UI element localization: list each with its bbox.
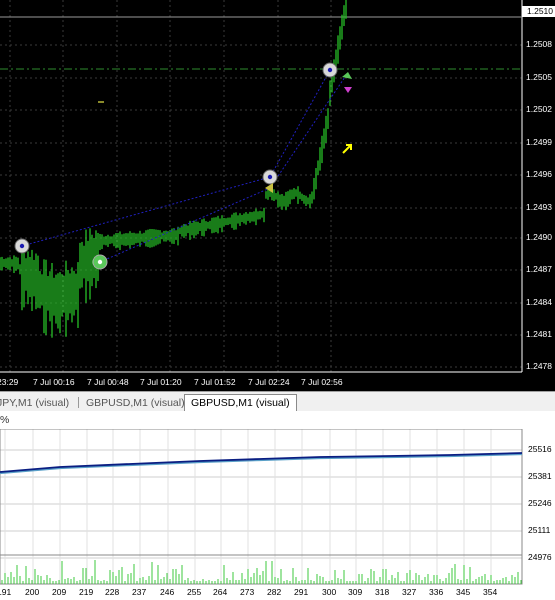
time-axis-label: 7 Jul 01:52 [194, 377, 236, 387]
graph-x-label: 200 [25, 587, 40, 597]
graph-x-label: 209 [52, 587, 67, 597]
time-axis-label: 7 Jul 02:56 [301, 377, 343, 387]
graph-x-label: 191 [0, 587, 12, 597]
graph-x-label: 228 [105, 587, 120, 597]
graph-x-label: 219 [79, 587, 94, 597]
trade-entry-dot [19, 243, 25, 249]
up-arrow-icon [342, 144, 352, 154]
graph-x-label: 282 [267, 587, 282, 597]
graph-x-label: 309 [348, 587, 363, 597]
tab-jpy-m1[interactable]: JPY,M1 (visual) [0, 395, 69, 411]
graph-x-label: 291 [294, 587, 309, 597]
test-progress-row: % [0, 411, 555, 430]
price-chart[interactable]: 1.2510 1.2508 1.2505 1.2502 1.2499 1.2496 1.2… [0, 0, 555, 391]
graph-x-label: 264 [213, 587, 228, 597]
balance-graph[interactable]: 25516 25381 25246 25111 24976 191 200 209 219 22… [0, 429, 555, 600]
graph-x-label: 237 [132, 587, 147, 597]
graph-x-label: 273 [240, 587, 255, 597]
close-arrow-icon [342, 72, 352, 79]
price-axis-label: 1.2493 [526, 202, 552, 212]
graph-y-label: 25111 [528, 525, 551, 535]
price-axis-label: 1.2496 [526, 169, 552, 179]
current-price-label: 1.2510 [522, 6, 555, 17]
graph-x-label: 336 [429, 587, 444, 597]
price-axis-label: 1.2502 [526, 104, 552, 114]
graph-frame [0, 429, 523, 585]
chart-tab-bar: JPY,M1 (visual) GBPUSD,M1 (visual) GBPUS… [0, 391, 555, 412]
graph-y-label: 24976 [528, 552, 552, 562]
time-axis-label: 7 Jul 01:20 [140, 377, 182, 387]
time-axis-label: 7 Jul 02:24 [248, 377, 290, 387]
graph-x-label: 318 [375, 587, 390, 597]
graph-x-label: 345 [456, 587, 471, 597]
time-axis-label: 7 Jul 00:48 [87, 377, 129, 387]
balance-graph-canvas [0, 429, 523, 585]
graph-x-label: 255 [187, 587, 202, 597]
graph-y-label: 25246 [528, 498, 552, 508]
graph-x-label: 354 [483, 587, 498, 597]
progress-text: % [0, 414, 10, 426]
graph-x-label: 300 [322, 587, 337, 597]
price-axis-label: 1.2499 [526, 137, 552, 147]
trade-line [99, 76, 346, 263]
graph-y-label: 25516 [528, 444, 552, 454]
trade-entry-dot [327, 67, 333, 73]
tab-divider [78, 397, 79, 408]
graph-y-label: 25381 [528, 471, 552, 481]
graph-x-label: 246 [160, 587, 175, 597]
price-axis-label: 1.2505 [526, 72, 552, 82]
sell-arrow-icon [344, 87, 352, 93]
balance-curve [0, 452, 523, 473]
price-axis-label: 1.2487 [526, 264, 552, 274]
graph-x-label: 327 [402, 587, 417, 597]
time-axis-label: 23:29 [0, 377, 19, 387]
price-axis-label: 1.2508 [526, 39, 552, 49]
trade-line [21, 69, 331, 247]
price-axis-label: 1.2481 [526, 329, 552, 339]
time-axis-label: 7 Jul 00:16 [33, 377, 75, 387]
price-chart-canvas [0, 0, 523, 373]
trade-entry-dot [267, 174, 273, 180]
tab-gbpusd-m1-2[interactable]: GBPUSD,M1 (visual) [184, 394, 297, 411]
tab-gbpusd-m1-1[interactable]: GBPUSD,M1 (visual) [86, 395, 185, 411]
price-axis-label: 1.2484 [526, 297, 552, 307]
price-axis-label: 1.2478 [526, 361, 552, 371]
price-axis-label: 1.2490 [526, 232, 552, 242]
equity-curve [0, 452, 523, 475]
trade-exit-dot [97, 259, 103, 265]
